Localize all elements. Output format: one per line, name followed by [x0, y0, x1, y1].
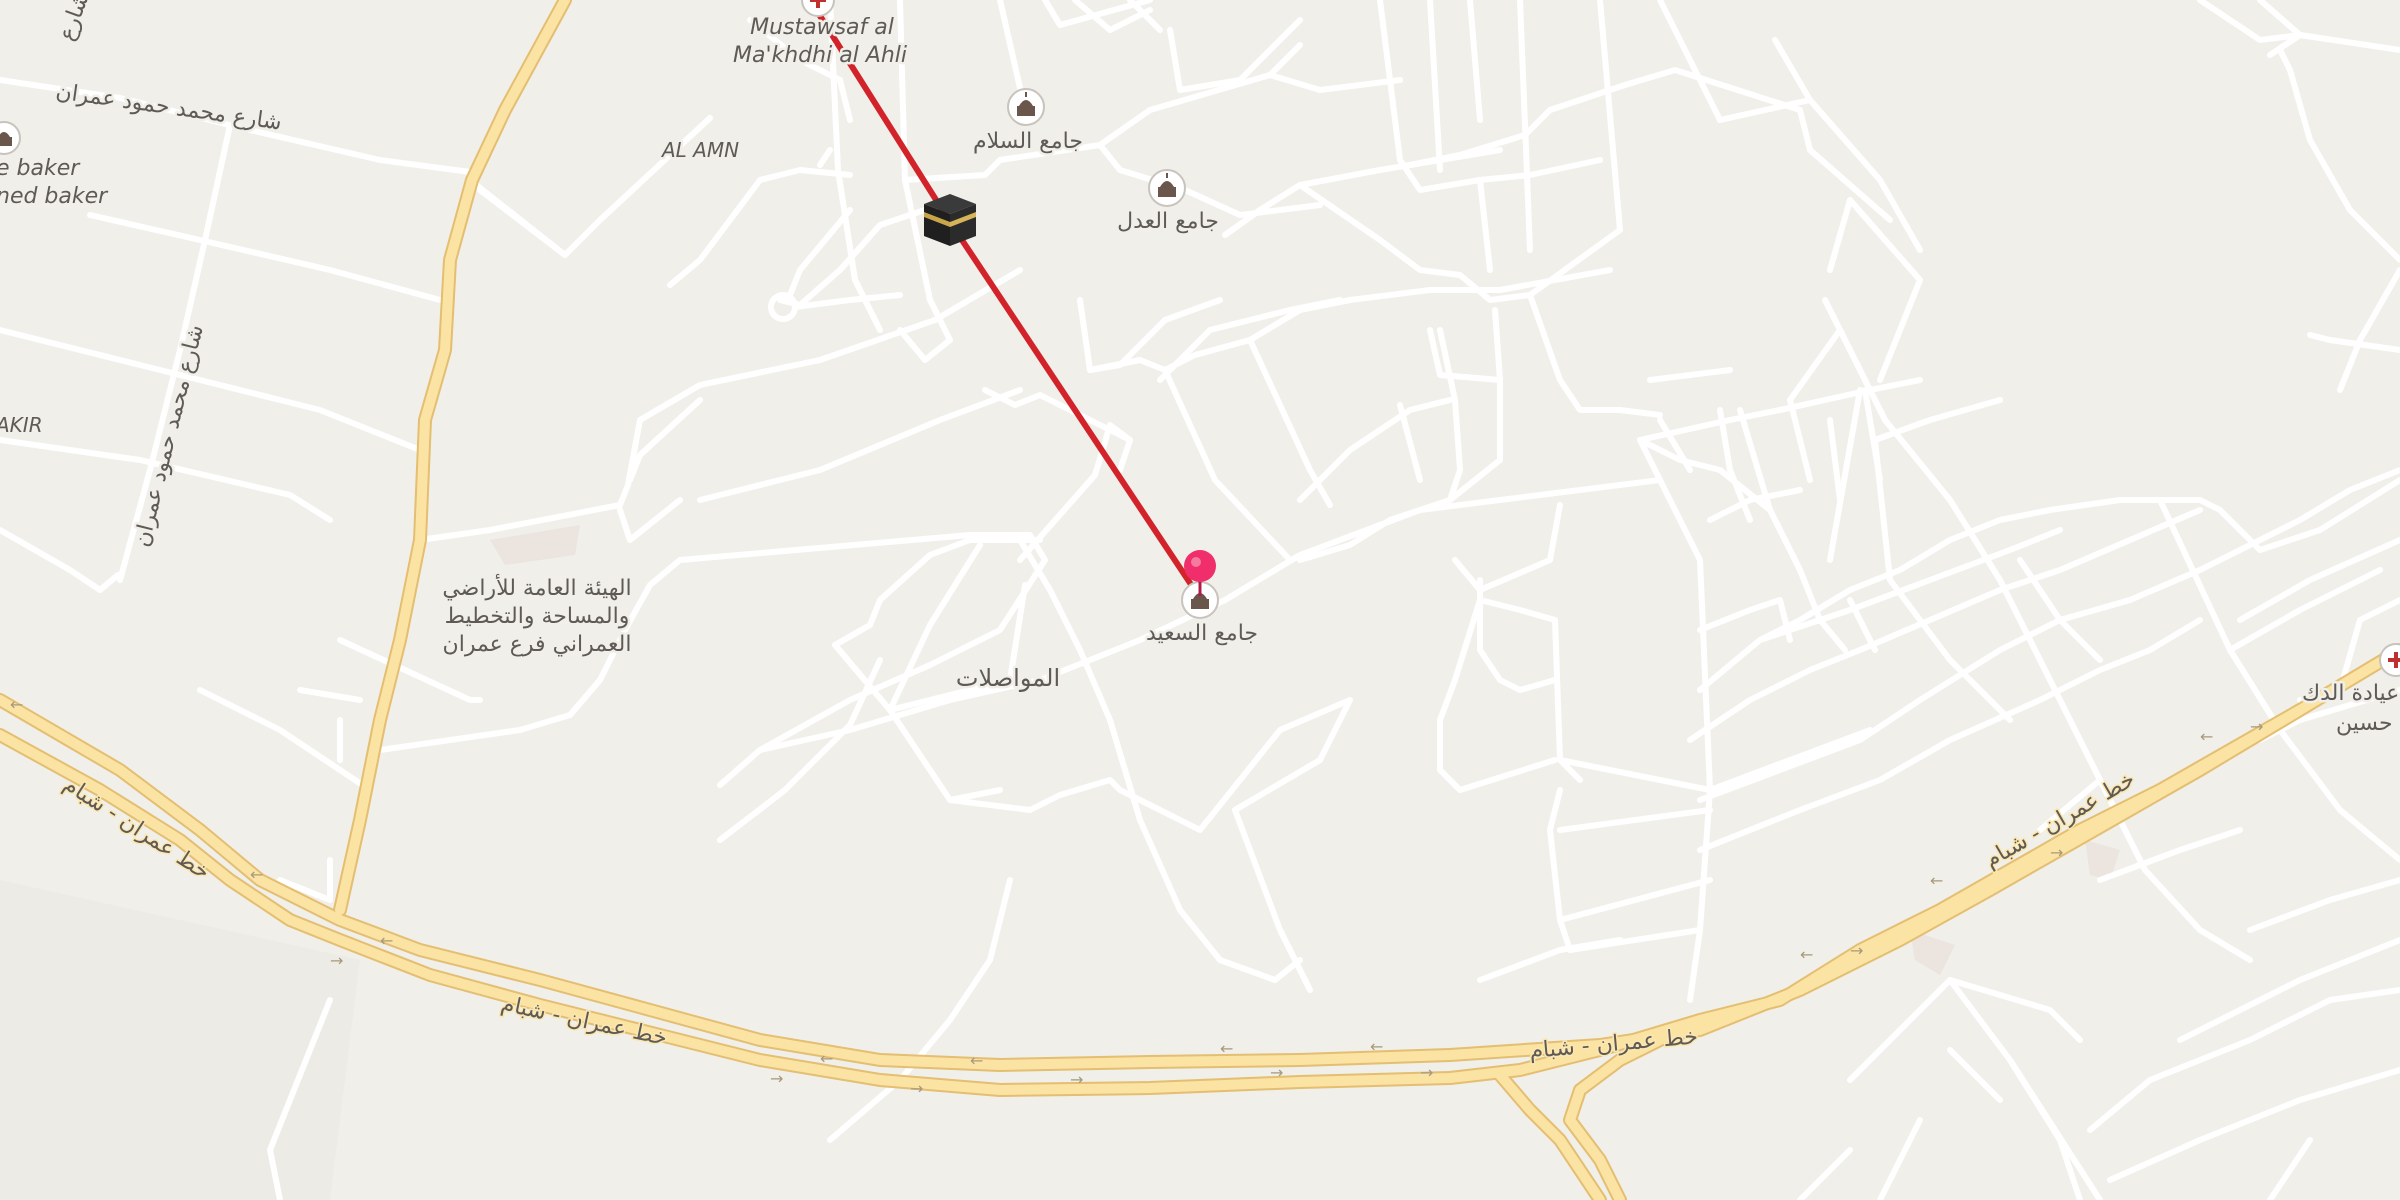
baker-marker[interactable] [0, 121, 21, 155]
svg-text:←: ← [970, 1051, 983, 1070]
svg-text:→: → [1070, 1070, 1083, 1089]
mosque-salam-marker[interactable] [1007, 88, 1045, 126]
kaaba-marker[interactable] [924, 194, 976, 246]
area-label-transport: المواصلات [956, 664, 1060, 692]
svg-text:→: → [910, 1079, 923, 1098]
highway-label-2: خط عمران - شبام [499, 991, 670, 1051]
area-label-akir: AKIR [0, 413, 43, 437]
svg-text:→: → [1270, 1063, 1283, 1082]
poi-label-authority-1: الهيئة العامة للأراضي [442, 574, 631, 601]
poi-label-mosque-adl: جامع العدل [1117, 209, 1219, 234]
svg-text:→: → [770, 1069, 783, 1088]
poi-label-authority-3: العمراني فرع عمران [443, 632, 632, 657]
area-label-al-amn: AL AMN [660, 138, 739, 162]
svg-text:←: ← [1220, 1039, 1233, 1058]
poi-label-mosque-saeed: جامع السعيد [1146, 621, 1258, 646]
svg-text:←: ← [2200, 727, 2213, 746]
svg-text:→: → [2250, 717, 2263, 736]
poi-label-mosque-salam: جامع السلام [973, 129, 1083, 154]
poi-label-mustawsaf-2: Ma'khdhi al Ahli [733, 43, 907, 68]
svg-text:←: ← [10, 695, 23, 714]
map-view[interactable]: ← ← ← ← → → → → → ← ← ← → → → ← ← → ← خط… [0, 0, 2400, 1200]
poi-label-clinic-2: حسين [2336, 711, 2393, 736]
road-label-top-left: شارع [54, 0, 94, 44]
svg-text:→: → [2050, 843, 2063, 862]
poi-label-mustawsaf-1: Mustawsaf al [750, 15, 894, 40]
svg-text:←: ← [1370, 1037, 1383, 1056]
svg-text:←: ← [380, 931, 393, 950]
svg-text:→: → [1420, 1063, 1433, 1082]
svg-text:←: ← [1930, 871, 1943, 890]
poi-label-baker-1: e baker [0, 156, 81, 181]
svg-text:→: → [1850, 941, 1863, 960]
svg-text:←: ← [1800, 945, 1813, 964]
svg-text:→: → [330, 951, 343, 970]
mosque-adl-marker[interactable] [1148, 169, 1186, 207]
svg-text:←: ← [250, 865, 263, 884]
poi-label-baker-2: ned baker [0, 184, 109, 209]
map-canvas[interactable]: ← ← ← ← → → → → → ← ← ← → → → ← ← → ← خط… [0, 0, 2400, 1200]
road-label-mohammed: شارع محمد حمود عمران [54, 79, 283, 135]
kaaba-icon [924, 194, 976, 246]
medical-marker-clinic[interactable] [2379, 643, 2400, 677]
poi-label-authority-2: والمساحة والتخطيط [445, 604, 630, 629]
poi-label-clinic-1: عيادة الدك [2302, 681, 2399, 706]
svg-text:←: ← [820, 1049, 833, 1068]
road-label-mohammed-vertical: شارع محمد حمود عمران [130, 322, 209, 549]
